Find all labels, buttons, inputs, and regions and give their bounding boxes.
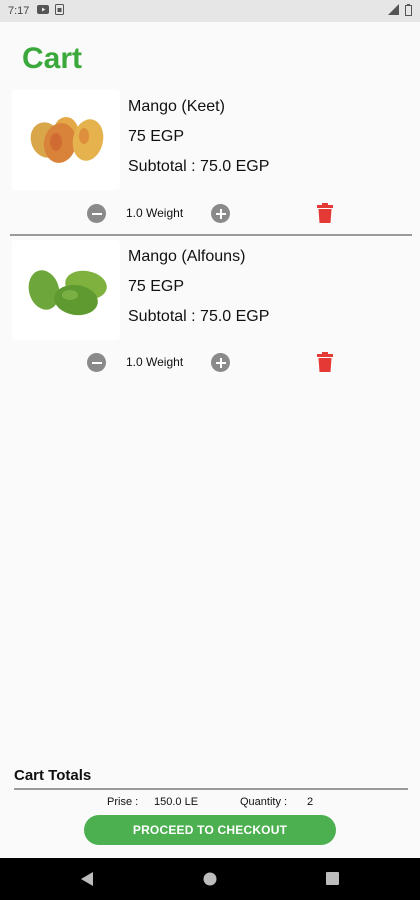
product-price: 75 EGP	[128, 278, 185, 295]
decrease-quantity-button[interactable]	[87, 353, 106, 372]
increase-quantity-button[interactable]	[211, 204, 230, 223]
back-button[interactable]	[81, 872, 93, 891]
trash-icon	[317, 203, 333, 223]
battery-icon	[405, 3, 412, 19]
sim-icon	[55, 4, 65, 18]
delete-item-button[interactable]	[317, 352, 333, 372]
product-name: Mango (Keet)	[128, 98, 225, 115]
recents-icon	[326, 872, 339, 885]
increase-quantity-button[interactable]	[211, 353, 230, 372]
delete-item-button[interactable]	[317, 203, 333, 223]
decrease-quantity-button[interactable]	[87, 204, 106, 223]
price-label: Prise :	[107, 796, 139, 808]
quantity-label: Quantity :	[240, 796, 288, 808]
quantity-row: 1.0 Weight	[0, 203, 420, 225]
totals-divider	[14, 788, 408, 790]
proceed-to-checkout-button[interactable]: PROCEED TO CHECKOUT	[84, 815, 336, 845]
product-image	[12, 240, 120, 340]
mango-alfouns-image	[28, 270, 107, 316]
signal-icon	[388, 4, 399, 18]
page-title: Cart	[22, 42, 83, 75]
cart-totals-title: Cart Totals	[14, 767, 92, 784]
system-nav-bar	[0, 858, 420, 900]
product-subtotal: Subtotal : 75.0 EGP	[128, 308, 270, 325]
quantity-value: 1.0 Weight	[126, 206, 184, 220]
quantity-value: 1.0 Weight	[126, 355, 184, 369]
home-button[interactable]	[203, 872, 217, 891]
minus-icon	[91, 212, 102, 215]
product-name: Mango (Alfouns)	[128, 248, 246, 265]
status-time: 7:17	[8, 5, 30, 17]
home-icon	[203, 872, 217, 886]
product-price: 75 EGP	[128, 128, 185, 145]
mango-keet-image	[30, 117, 104, 163]
back-icon	[81, 872, 93, 886]
recents-button[interactable]	[326, 872, 339, 890]
minus-icon	[91, 361, 102, 364]
status-bar: 7:17	[0, 0, 420, 22]
plus-icon	[215, 208, 226, 219]
product-subtotal: Subtotal : 75.0 EGP	[128, 158, 270, 175]
product-image	[12, 90, 120, 190]
price-value: 150.0 LE	[154, 796, 199, 808]
youtube-icon	[37, 5, 50, 17]
plus-icon	[215, 357, 226, 368]
item-divider	[10, 234, 412, 236]
quantity-row: 1.0 Weight	[0, 352, 420, 374]
trash-icon	[317, 352, 333, 372]
quantity-value: 2	[307, 796, 314, 808]
